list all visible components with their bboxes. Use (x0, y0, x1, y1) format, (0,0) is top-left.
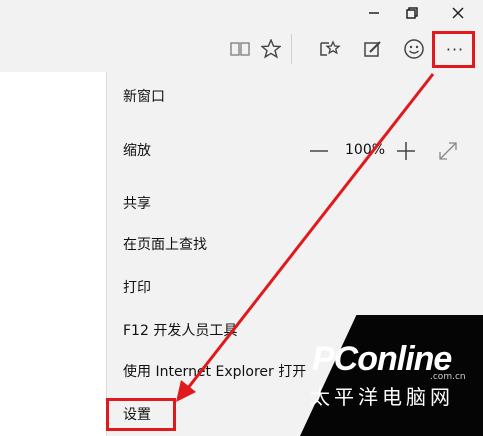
browser-toolbar: ··· (0, 26, 483, 72)
feedback-button[interactable] (402, 38, 426, 60)
zoom-controls: 100% (107, 140, 483, 162)
more-actions-button[interactable]: ··· (443, 38, 467, 60)
favorite-button[interactable] (259, 38, 283, 60)
close-button[interactable] (438, 0, 478, 26)
menu-item-f12-tools[interactable]: F12 开发人员工具 (123, 322, 237, 340)
menu-item-share[interactable]: 共享 (123, 195, 151, 213)
restore-button[interactable] (392, 0, 432, 26)
menu-item-open-with-ie[interactable]: 使用 Internet Explorer 打开 (123, 363, 306, 381)
minus-icon (310, 150, 328, 152)
watermark-chinese: 太平洋电脑网 (310, 385, 454, 409)
minimize-button[interactable] (354, 0, 394, 26)
fullscreen-button[interactable] (436, 140, 460, 162)
hub-icon (320, 40, 341, 56)
menu-item-new-window[interactable]: 新窗口 (123, 88, 165, 106)
favorite-star-icon (261, 39, 281, 59)
plus-icon (397, 142, 415, 160)
restore-icon (406, 7, 418, 19)
hub-button[interactable] (318, 38, 342, 60)
zoom-value: 100% (345, 142, 386, 158)
web-note-icon (364, 41, 381, 57)
settings-highlight (106, 398, 176, 431)
close-icon (452, 7, 464, 19)
more-actions-icon: ··· (445, 39, 465, 59)
zoom-out-button[interactable] (307, 140, 331, 162)
feedback-smiley-icon (404, 39, 424, 59)
reading-view-button[interactable] (228, 38, 252, 60)
zoom-in-button[interactable] (394, 140, 418, 162)
page-content (0, 72, 106, 436)
fullscreen-icon (439, 142, 457, 160)
menu-item-find-on-page[interactable]: 在页面上查找 (123, 236, 207, 254)
reading-view-icon (230, 42, 250, 56)
minimize-icon (369, 12, 379, 14)
toolbar-separator (291, 34, 292, 64)
web-note-button[interactable] (361, 38, 385, 60)
title-bar (0, 0, 483, 26)
menu-item-print[interactable]: 打印 (123, 279, 151, 297)
